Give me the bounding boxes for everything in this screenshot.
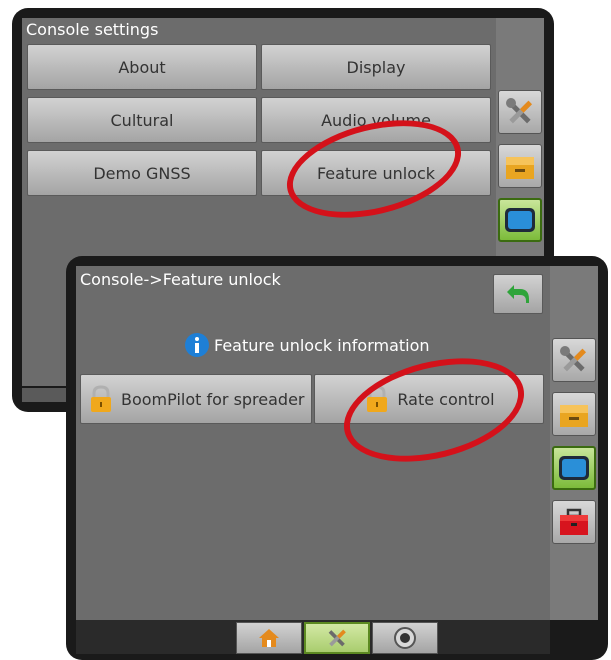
info-label: Feature unlock information xyxy=(214,335,430,355)
drawer-icon xyxy=(506,157,534,179)
display-button[interactable]: Display xyxy=(261,44,491,90)
tools-tab-bottom[interactable] xyxy=(304,622,370,654)
drawer-icon xyxy=(560,405,588,427)
toolbox-tab[interactable] xyxy=(552,500,596,544)
panel-title: Console settings xyxy=(26,20,159,39)
boompilot-spreader-button[interactable]: BoomPilot for spreader xyxy=(80,374,312,424)
padlock-icon xyxy=(367,385,388,412)
camera-icon xyxy=(394,627,416,649)
info-icon xyxy=(185,333,209,357)
back-button[interactable] xyxy=(493,274,543,314)
audio-volume-button[interactable]: Audio volume xyxy=(261,97,491,143)
about-button[interactable]: About xyxy=(27,44,257,90)
tools-icon xyxy=(560,346,587,372)
padlock-icon xyxy=(91,385,111,412)
right-tab-strip xyxy=(550,266,598,620)
console-tab[interactable] xyxy=(552,446,596,490)
cultural-button[interactable]: Cultural xyxy=(27,97,257,143)
console-tab[interactable] xyxy=(498,198,542,242)
toolbox-icon xyxy=(560,508,588,535)
feature-label: BoomPilot for spreader xyxy=(121,389,305,409)
console-icon xyxy=(559,456,589,480)
home-icon xyxy=(259,629,279,647)
drawer-tab[interactable] xyxy=(498,144,542,188)
rate-control-button[interactable]: Rate control xyxy=(314,374,544,424)
feature-label: Rate control xyxy=(397,389,495,409)
tools-tab[interactable] xyxy=(552,338,596,382)
feature-unlock-panel: Console->Feature unlock xyxy=(76,266,550,620)
home-tab[interactable] xyxy=(236,622,302,654)
back-arrow-icon xyxy=(507,285,529,303)
feature-unlock-screen: Console->Feature unlock Feature unlock i… xyxy=(66,256,608,660)
drawer-tab[interactable] xyxy=(552,392,596,436)
console-icon xyxy=(505,208,535,232)
feature-unlock-button[interactable]: Feature unlock xyxy=(261,150,491,196)
panel-title: Console->Feature unlock xyxy=(80,270,281,289)
tools-tab[interactable] xyxy=(498,90,542,134)
tools-icon xyxy=(328,629,346,647)
tools-icon xyxy=(506,98,533,124)
feature-unlock-info[interactable]: Feature unlock information xyxy=(184,332,430,358)
camera-tab[interactable] xyxy=(372,622,438,654)
demo-gnss-button[interactable]: Demo GNSS xyxy=(27,150,257,196)
